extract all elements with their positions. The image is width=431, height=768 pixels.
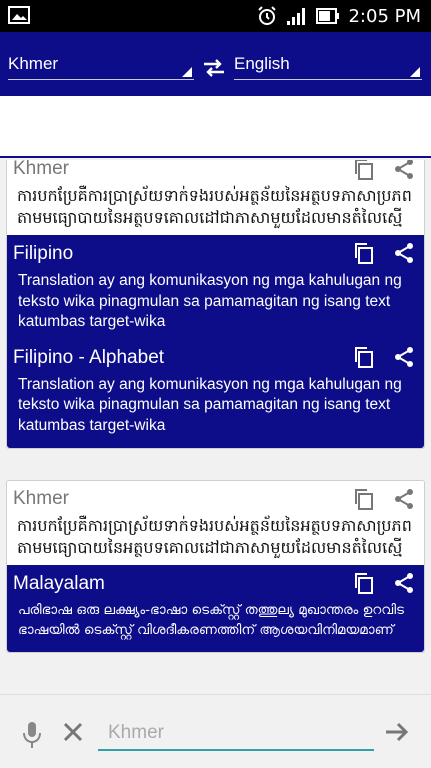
source-text: ការបកប្រែគឺការប្រាស្រ័យទាក់ទងរបស់អត្ថន័យ… (17, 516, 412, 557)
source-language-name: Khmer (13, 488, 69, 509)
translation-item: Filipino Translation ay ang komunikasyon… (7, 235, 424, 339)
source-header: Khmer (7, 160, 424, 185)
send-arrow-icon[interactable] (384, 721, 410, 743)
battery-icon (316, 8, 340, 24)
banner-area (0, 94, 431, 158)
copy-icon[interactable] (352, 160, 376, 181)
share-icon[interactable] (392, 345, 416, 369)
input-bar (0, 694, 431, 768)
copy-icon[interactable] (352, 487, 376, 511)
language-bar: Khmer English (0, 32, 431, 94)
share-icon[interactable] (392, 241, 416, 265)
status-bar: 2:05 PM (0, 0, 431, 32)
status-time: 2:05 PM (348, 5, 421, 27)
translation-list[interactable]: Khmer ការបកប្រែគឺការប្រាស្រ័យទាក់ទងរបស់អ… (0, 160, 431, 692)
source-language-selector[interactable]: Khmer (8, 48, 194, 80)
translation-card: Khmer ការបកប្រែគឺការប្រាស្រ័យទាក់ទងរបស់អ… (6, 160, 425, 449)
clear-icon[interactable] (62, 721, 84, 743)
dropdown-triangle-icon (410, 67, 420, 77)
text-input[interactable] (98, 717, 374, 751)
copy-icon[interactable] (352, 241, 376, 265)
source-header: Khmer (7, 481, 424, 515)
share-icon[interactable] (392, 160, 416, 181)
source-language-name: Khmer (13, 160, 69, 179)
translated-text: Translation ay ang komunikasyon ng mga k… (18, 375, 402, 434)
target-language-label: English (234, 54, 290, 73)
translated-text: പരിഭാഷ ഒരു ലക്ഷ്യം-ഭാഷാ ടെക്സ്റ്റ് തത്തു… (18, 602, 404, 638)
translation-card: Khmer ការបកប្រែគឺការប្រាស្រ័យទាក់ទងរបស់អ… (6, 480, 425, 653)
microphone-icon[interactable] (22, 721, 42, 749)
copy-icon[interactable] (352, 571, 376, 595)
translations-panel: Malayalam പരിഭാഷ ഒരു ലക്ഷ്യം-ഭാഷാ ടെക്സ്… (7, 565, 424, 652)
target-language-name: Filipino - Alphabet (13, 346, 165, 368)
share-icon[interactable] (392, 487, 416, 511)
translation-item: Malayalam പരിഭാഷ ഒരു ലക്ഷ്യം-ഭാഷാ ടെക്സ്… (7, 565, 424, 646)
signal-icon (287, 8, 306, 25)
translation-item: Filipino - Alphabet Translation ay ang k… (7, 339, 424, 443)
target-language-name: Malayalam (13, 573, 105, 594)
translated-text: Translation ay ang komunikasyon ng mga k… (18, 272, 402, 330)
copy-icon[interactable] (352, 345, 376, 369)
alarm-icon (258, 6, 277, 25)
source-language-label: Khmer (8, 54, 59, 73)
target-language-name: Filipino (13, 243, 74, 264)
target-language-selector[interactable]: English (234, 48, 422, 80)
swap-icon[interactable] (202, 58, 226, 78)
dropdown-triangle-icon (182, 67, 192, 77)
translations-panel: Filipino Translation ay ang komunikasyon… (7, 235, 424, 448)
gallery-icon (8, 6, 30, 24)
share-icon[interactable] (392, 571, 416, 595)
source-text: ការបកប្រែគឺការប្រាស្រ័យទាក់ទងរបស់អត្ថន័យ… (17, 186, 412, 227)
